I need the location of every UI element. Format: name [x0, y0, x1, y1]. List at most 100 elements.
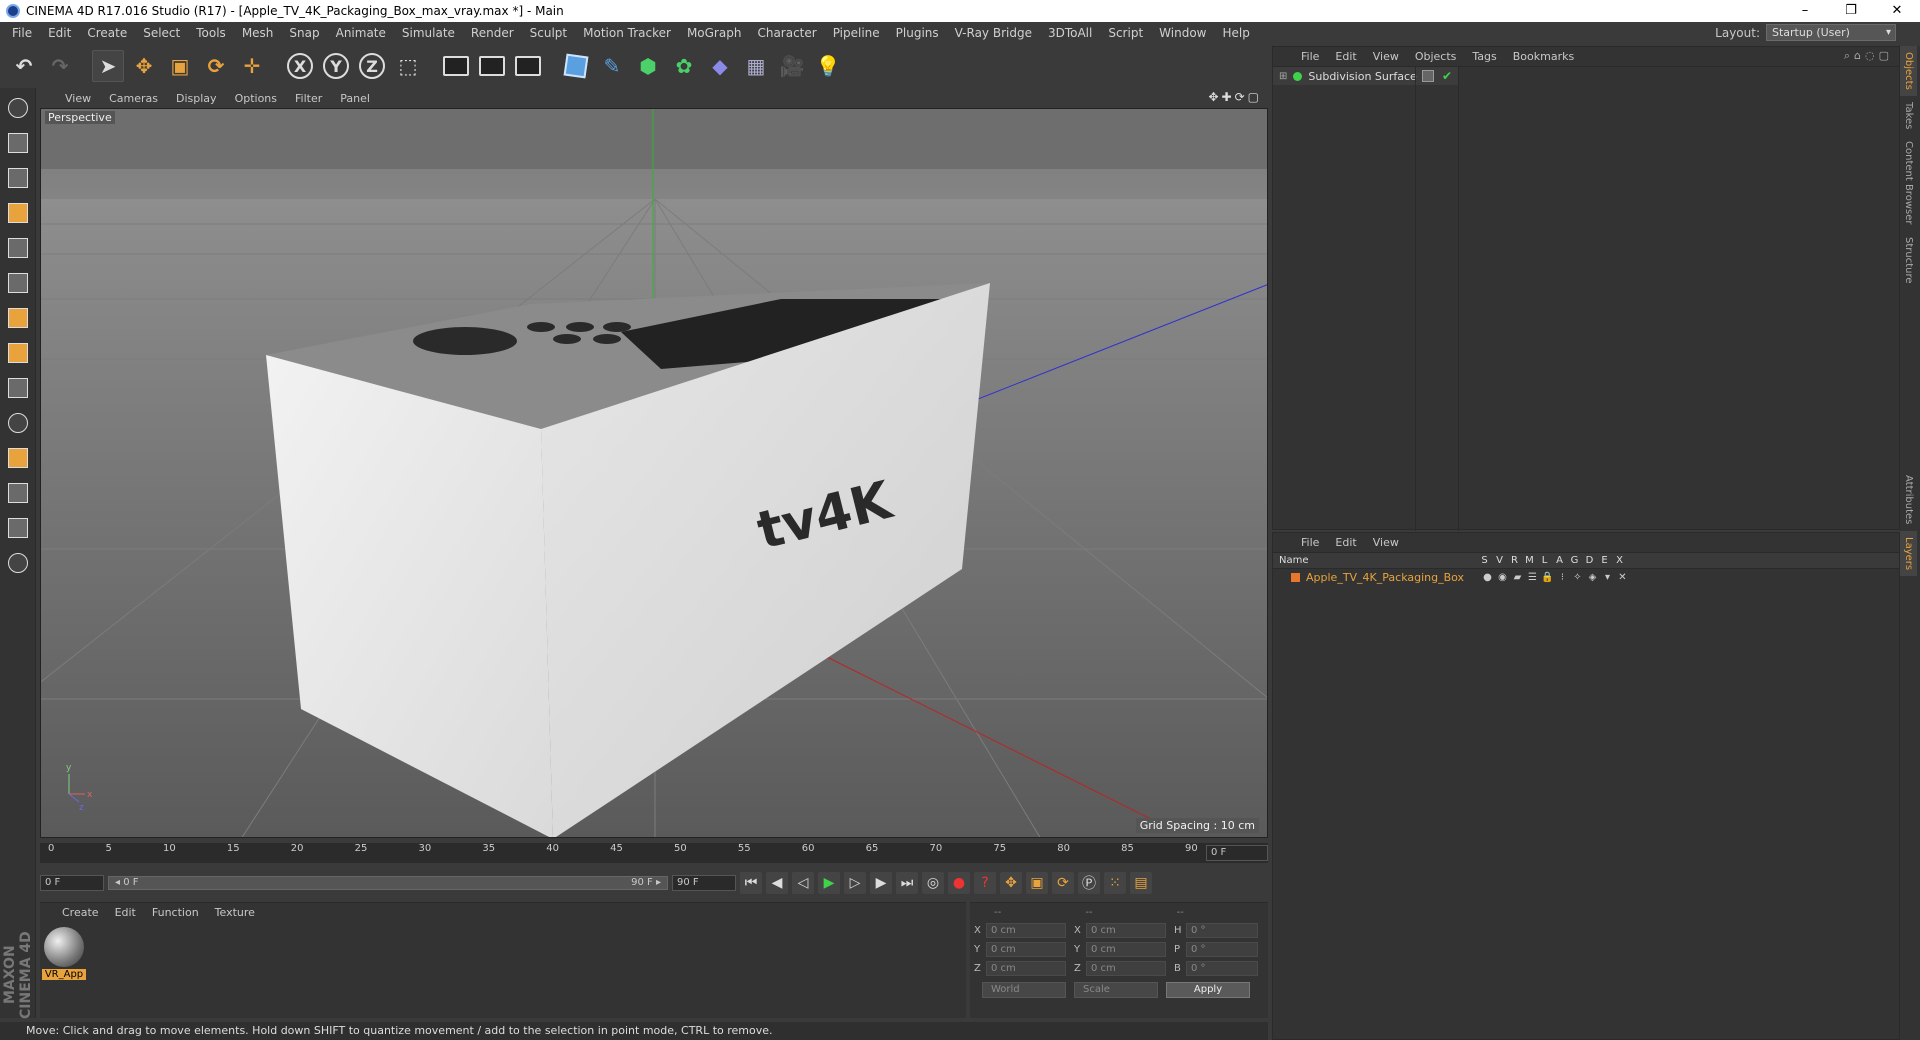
deformers-toggle-icon[interactable]: ◈	[1585, 572, 1600, 583]
material-menu-create[interactable]: Create	[54, 906, 107, 919]
select-arrow-icon[interactable]: ➤	[92, 50, 124, 82]
polygons-mode-icon[interactable]	[3, 303, 33, 333]
visibility-tag-icon[interactable]	[1422, 70, 1434, 82]
viewport-menu-view[interactable]: View	[56, 92, 100, 105]
size-y-field[interactable]: 0 cm	[1086, 942, 1166, 957]
visible-toggle-icon[interactable]: ◉	[1495, 572, 1510, 583]
material-menu-function[interactable]: Function	[144, 906, 207, 919]
record-parameter-icon[interactable]: Ⓟ	[1078, 872, 1100, 894]
apply-button[interactable]: Apply	[1166, 982, 1250, 998]
menu-snap[interactable]: Snap	[281, 22, 327, 44]
light-icon[interactable]: 💡	[812, 50, 844, 82]
menu-render[interactable]: Render	[463, 22, 522, 44]
menu-sculpt[interactable]: Sculpt	[522, 22, 575, 44]
layers-menu-view[interactable]: View	[1365, 536, 1407, 549]
timeline-window-icon[interactable]: ▤	[1130, 872, 1152, 894]
expand-icon[interactable]: ⊞	[1279, 71, 1287, 82]
tab-structure[interactable]: Structure	[1900, 231, 1917, 290]
rotation-h-field[interactable]: 0 °	[1186, 923, 1258, 938]
layers-menu-edit[interactable]: Edit	[1327, 536, 1364, 549]
edges-mode-icon[interactable]	[3, 268, 33, 298]
keyframe-selection-icon[interactable]: ?	[974, 872, 996, 894]
coordinate-mode-dropdown[interactable]: Scale	[1074, 982, 1158, 998]
size-z-field[interactable]: 0 cm	[1086, 961, 1166, 976]
tab-attributes[interactable]: Attributes	[1900, 469, 1917, 530]
viewport-menu-options[interactable]: Options	[226, 92, 286, 105]
record-pla-icon[interactable]: ⁙	[1104, 872, 1126, 894]
next-frame-icon[interactable]: ▷	[844, 872, 866, 894]
cloner-icon[interactable]: ✿	[668, 50, 700, 82]
viewport-menu-filter[interactable]: Filter	[286, 92, 331, 105]
menu-vray-bridge[interactable]: V-Ray Bridge	[947, 22, 1040, 44]
render-toggle-icon[interactable]: ▰	[1510, 572, 1525, 583]
position-z-field[interactable]: 0 cm	[986, 961, 1066, 976]
position-x-field[interactable]: 0 cm	[986, 923, 1066, 938]
move-icon[interactable]: ✥	[128, 50, 160, 82]
menu-help[interactable]: Help	[1214, 22, 1257, 44]
position-y-field[interactable]: 0 cm	[986, 942, 1066, 957]
object-manager-search-icon[interactable]: ⌕⌂◌▢	[1844, 49, 1893, 63]
tab-objects[interactable]: Objects	[1900, 46, 1917, 96]
tab-takes[interactable]: Takes	[1900, 96, 1917, 135]
points-mode-icon[interactable]	[3, 233, 33, 263]
floor-icon[interactable]: ▦	[740, 50, 772, 82]
restore-button[interactable]: ❐	[1828, 0, 1874, 22]
subdivision-surface-icon[interactable]: ⬢	[632, 50, 664, 82]
menu-script[interactable]: Script	[1100, 22, 1151, 44]
rotation-b-field[interactable]: 0 °	[1186, 961, 1258, 976]
timeline-ruler[interactable]: 0 5 10 15 20 25 30 35 40 45 50 55 60 65 …	[40, 843, 1268, 863]
x-axis-lock-button[interactable]: X	[284, 50, 316, 82]
frame-range-slider[interactable]: ◂ 0 F 90 F ▸	[108, 876, 668, 890]
rotate-icon[interactable]: ⟳	[200, 50, 232, 82]
viewport-menu-display[interactable]: Display	[167, 92, 226, 105]
workplane-grid-icon[interactable]	[3, 513, 33, 543]
enabled-check-icon[interactable]: ✔	[1442, 69, 1452, 83]
material-swatch[interactable]: VR_App	[42, 927, 86, 980]
menu-mesh[interactable]: Mesh	[234, 22, 282, 44]
go-to-end-icon[interactable]: ⏭	[896, 872, 918, 894]
cube-object-icon[interactable]	[560, 50, 592, 82]
undo-icon[interactable]: ↶	[8, 50, 40, 82]
current-frame-field[interactable]: 0 F	[1206, 845, 1268, 861]
menu-plugins[interactable]: Plugins	[888, 22, 947, 44]
objects-menu-edit[interactable]: Edit	[1327, 50, 1364, 63]
redo-icon[interactable]: ↷	[44, 50, 76, 82]
manager-toggle-icon[interactable]: ☰	[1525, 572, 1540, 583]
close-button[interactable]: ✕	[1874, 0, 1920, 22]
expressions-toggle-icon[interactable]: ▾	[1600, 572, 1615, 583]
menu-select[interactable]: Select	[135, 22, 188, 44]
menu-tools[interactable]: Tools	[188, 22, 234, 44]
workplane-mode-icon[interactable]	[3, 198, 33, 228]
layer-row[interactable]: Apple_TV_4K_Packaging_Box ● ◉ ▰ ☰ 🔒 ⁝ ✧ …	[1273, 569, 1899, 585]
layout-dropdown[interactable]: Startup (User)	[1766, 24, 1896, 41]
workplane-lock-icon[interactable]	[3, 478, 33, 508]
viewport-menu-panel[interactable]: Panel	[331, 92, 379, 105]
objects-menu-objects[interactable]: Objects	[1407, 50, 1465, 63]
spline-pen-icon[interactable]: ✎	[596, 50, 628, 82]
generators-toggle-icon[interactable]: ✧	[1570, 572, 1585, 583]
previous-frame-icon[interactable]: ◁	[792, 872, 814, 894]
menu-mograph[interactable]: MoGraph	[679, 22, 750, 44]
menu-window[interactable]: Window	[1151, 22, 1214, 44]
z-axis-lock-button[interactable]: Z	[356, 50, 388, 82]
menu-file[interactable]: File	[4, 22, 40, 44]
scale-icon[interactable]: ▣	[164, 50, 196, 82]
record-position-icon[interactable]: ✥	[1000, 872, 1022, 894]
record-rotation-icon[interactable]: ⟳	[1052, 872, 1074, 894]
menu-simulate[interactable]: Simulate	[394, 22, 463, 44]
start-frame-field[interactable]: 0 F	[40, 875, 104, 891]
render-settings-icon[interactable]	[512, 50, 544, 82]
layers-menu-file[interactable]: File	[1293, 536, 1327, 549]
objects-menu-view[interactable]: View	[1365, 50, 1407, 63]
next-key-icon[interactable]: ▶	[870, 872, 892, 894]
go-to-start-icon[interactable]: ⏮	[740, 872, 762, 894]
magnet-icon[interactable]	[3, 443, 33, 473]
size-x-field[interactable]: 0 cm	[1086, 923, 1166, 938]
minimize-button[interactable]: –	[1782, 0, 1828, 22]
objects-menu-bookmarks[interactable]: Bookmarks	[1505, 50, 1582, 63]
previous-key-icon[interactable]: ◀	[766, 872, 788, 894]
rotation-p-field[interactable]: 0 °	[1186, 942, 1258, 957]
record-keys-icon[interactable]: ◎	[922, 872, 944, 894]
tweak-mode-icon[interactable]	[3, 373, 33, 403]
xref-toggle-icon[interactable]: ✕	[1615, 572, 1630, 583]
